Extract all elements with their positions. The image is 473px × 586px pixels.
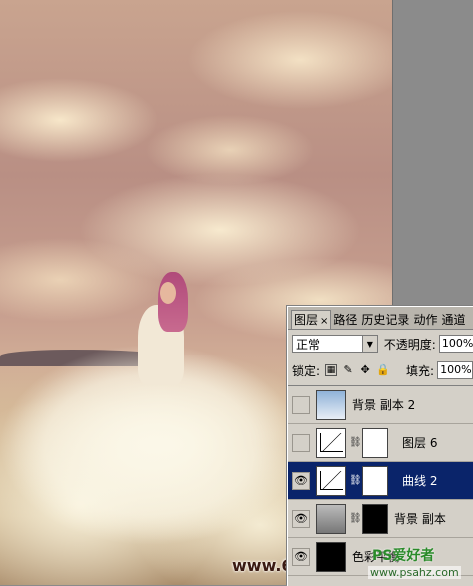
opacity-field[interactable]: 100% bbox=[438, 335, 473, 353]
lock-row: 锁定: ▦ ✎ ✥ 🔒 填充: 100% bbox=[292, 359, 473, 381]
layer-row[interactable]: ⛓ 图层 6 bbox=[288, 424, 473, 462]
blend-mode-value: 正常 bbox=[296, 337, 321, 352]
eye-icon[interactable]: 👁 bbox=[292, 547, 310, 566]
lock-transparency-icon[interactable]: ▦ bbox=[325, 364, 338, 376]
tab-paths[interactable]: 路径 bbox=[331, 311, 359, 329]
layer-thumbnail bbox=[316, 541, 346, 572]
fill-label: 填充: bbox=[406, 363, 435, 378]
blend-mode-select[interactable]: 正常 ▼ bbox=[292, 335, 378, 353]
lock-brush-icon[interactable]: ✎ bbox=[342, 364, 354, 376]
lock-all-icon[interactable]: 🔒 bbox=[376, 364, 390, 376]
layer-mask bbox=[362, 427, 388, 458]
tab-label: 历史记录 bbox=[361, 313, 410, 327]
site-logo: PS爱好者 bbox=[372, 548, 435, 564]
layer-row[interactable]: 背景 副本 2 bbox=[288, 386, 473, 424]
opacity-label: 不透明度: bbox=[383, 337, 436, 352]
layer-thumbnail bbox=[316, 503, 346, 534]
tab-label: 动作 bbox=[413, 313, 438, 327]
eye-icon[interactable]: 👁 bbox=[292, 509, 310, 528]
tab-label: 通道 bbox=[441, 313, 466, 327]
layer-name: 背景 副本 bbox=[394, 512, 446, 526]
figure-face bbox=[160, 282, 176, 304]
tab-label: 路径 bbox=[333, 313, 358, 327]
layer-thumbnail bbox=[316, 389, 346, 420]
layer-mask bbox=[362, 465, 388, 496]
layer-name: 曲线 2 bbox=[402, 474, 438, 488]
tab-history[interactable]: 历史记录 bbox=[359, 311, 411, 329]
tab-actions[interactable]: 动作 bbox=[411, 311, 439, 329]
link-icon: ⛓ bbox=[349, 513, 362, 524]
fill-field[interactable]: 100% bbox=[437, 361, 473, 379]
chevron-down-icon[interactable]: ▼ bbox=[361, 336, 377, 352]
tab-layers[interactable]: 图层 × bbox=[291, 310, 332, 329]
tab-channels[interactable]: 通道 bbox=[439, 311, 467, 329]
layer-row-selected[interactable]: 👁 ⛓ 曲线 2 bbox=[288, 462, 473, 500]
tab-label: 图层 bbox=[294, 313, 319, 327]
layers-panel: 图层 × 路径 历史记录 动作 通道 正常 ▼ 不透明度: 100% 锁定: ▦ … bbox=[287, 306, 473, 586]
curves-icon bbox=[316, 427, 346, 458]
close-icon[interactable]: × bbox=[320, 316, 328, 327]
curves-icon bbox=[316, 465, 346, 496]
panel-tabs: 图层 × 路径 历史记录 动作 通道 bbox=[288, 307, 473, 330]
visibility-toggle[interactable] bbox=[292, 395, 310, 414]
visibility-toggle[interactable] bbox=[292, 433, 310, 452]
layer-mask bbox=[362, 503, 388, 534]
link-icon: ⛓ bbox=[349, 437, 362, 448]
layer-name: 图层 6 bbox=[402, 436, 438, 450]
layer-name: 背景 副本 2 bbox=[352, 398, 416, 412]
eye-icon[interactable]: 👁 bbox=[292, 471, 310, 490]
site-url: www.psahz.com bbox=[368, 566, 461, 579]
link-icon: ⛓ bbox=[349, 475, 362, 486]
layer-row[interactable]: 👁 ⛓ 背景 副本 bbox=[288, 500, 473, 538]
lock-move-icon[interactable]: ✥ bbox=[359, 364, 371, 376]
blend-row: 正常 ▼ 不透明度: 100% bbox=[292, 333, 473, 355]
lock-label: 锁定: bbox=[292, 363, 321, 378]
